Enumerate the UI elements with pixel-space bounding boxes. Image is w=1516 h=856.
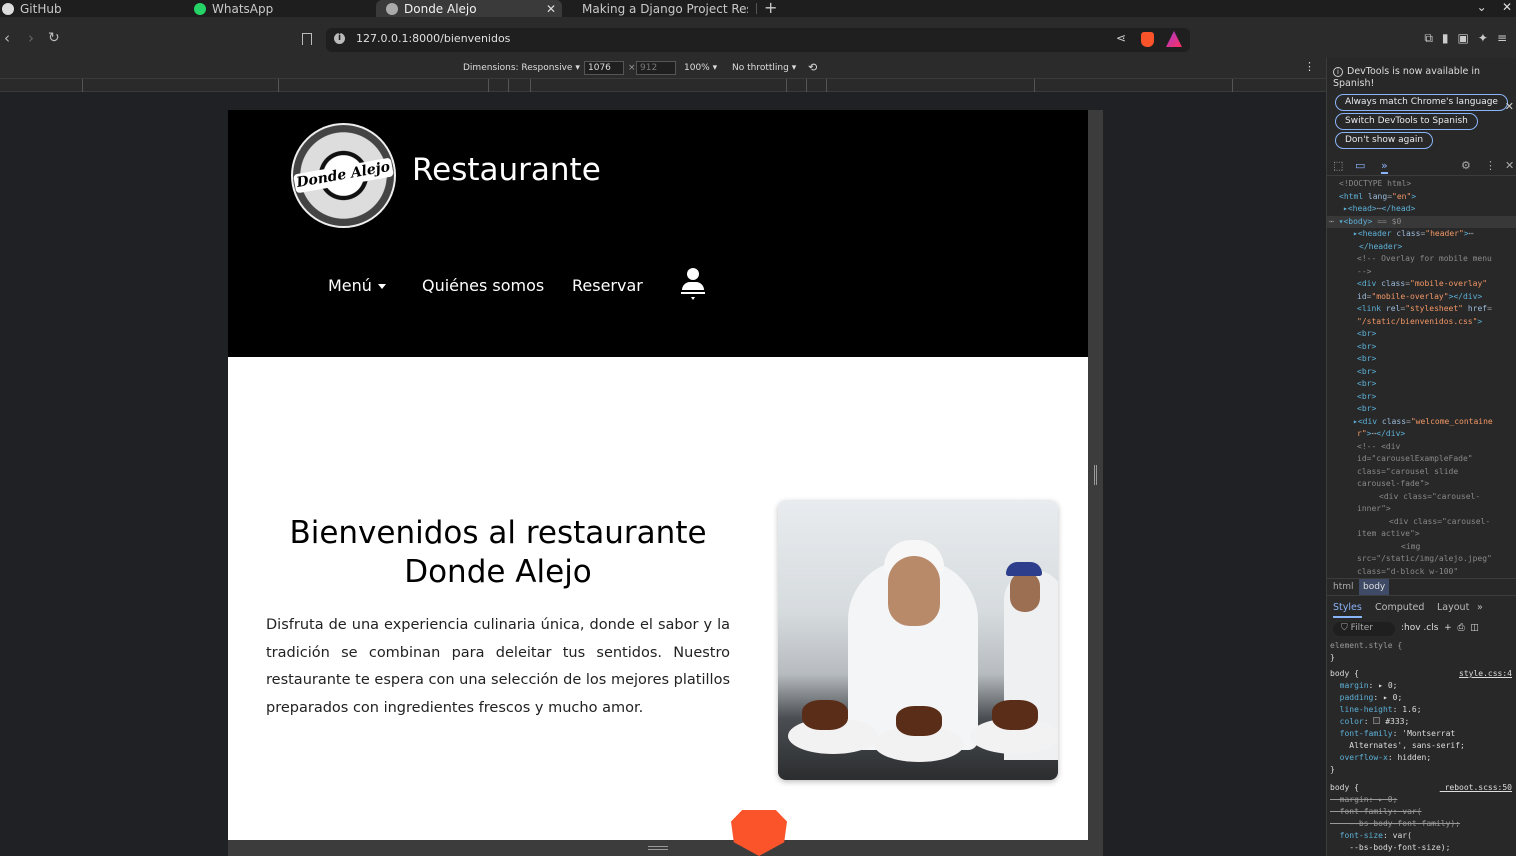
restaurant-logo[interactable]: Donde Alejo (291, 123, 396, 228)
device-toolbar: Dimensions: Responsive ▾ 1076 × 912 100%… (0, 58, 1326, 78)
whatsapp-icon (194, 2, 206, 15)
close-tab-icon[interactable]: ✕ (546, 2, 556, 16)
devtools-panel: i DevTools is now available in Spanish! A… (1326, 58, 1516, 856)
tab-donde-alejo[interactable]: Donde Alejo ✕ (376, 0, 562, 17)
menu-icon[interactable]: ≡ (1497, 31, 1516, 45)
leo-icon[interactable]: ✦ (1478, 31, 1497, 45)
styles-tabs: Styles Computed Layout » (1327, 598, 1516, 618)
dimensions-label: Dimensions: Responsive (463, 63, 573, 73)
site-info-icon[interactable]: i (334, 33, 345, 44)
notice-text: DevTools is now available in Spanish! (1333, 66, 1480, 89)
nav-reserve-link[interactable]: Reservar (572, 276, 643, 295)
hov-cls-toggle[interactable]: :hov .cls (1401, 623, 1438, 633)
site-header: Donde Alejo Restaurante Menú Quiénes som… (228, 110, 1088, 357)
tab-title: GitHub (20, 1, 62, 16)
toolbar-right-icons: ⧉▮▣✦≡ (1424, 31, 1516, 46)
resize-handle-bottom[interactable] (228, 840, 1088, 856)
times-separator: × (628, 63, 636, 73)
back-icon[interactable]: ‹ (4, 29, 10, 47)
tab-separator (756, 3, 757, 14)
url-text[interactable]: 127.0.0.1:8000/bienvenidos (356, 32, 510, 45)
always-match-button[interactable]: Always match Chrome's language (1335, 94, 1508, 111)
width-input[interactable]: 1076 (584, 61, 624, 75)
new-rule-icon[interactable]: + (1444, 623, 1452, 633)
dom-breadcrumbs: html body (1327, 578, 1516, 596)
zoom-value: 100% (684, 63, 710, 73)
nav-about-link[interactable]: Quiénes somos (422, 276, 544, 295)
tab-title: Making a Django Project Res (582, 1, 748, 16)
share-icon[interactable]: ⋖ (1116, 31, 1126, 45)
welcome-text: Disfruta de una experiencia culinaria ún… (266, 617, 730, 716)
logo-text: Donde Alejo (293, 157, 394, 194)
tab-search-icon[interactable]: ⌄ (1477, 0, 1487, 14)
styles-rules[interactable]: element.style { } body { style.css:4 mar… (1327, 640, 1516, 854)
user-account-icon[interactable] (681, 268, 705, 302)
tab-layout[interactable]: Layout (1437, 602, 1469, 613)
rotate-icon[interactable]: ⟲ (808, 61, 817, 74)
close-notice-icon[interactable]: ✕ (1505, 100, 1514, 113)
paint-icon[interactable]: ⎙ (1457, 623, 1464, 633)
caret-down-icon (377, 284, 386, 289)
chef-photo (778, 500, 1058, 780)
forward-icon[interactable]: › (28, 29, 34, 47)
window-controls: ⌄ ✕ (1477, 0, 1512, 14)
bookmark-icon[interactable] (302, 33, 312, 45)
filter-icon: ⛉ (1341, 623, 1348, 633)
kebab-icon[interactable]: ⋮ (1485, 159, 1496, 172)
nav-menu-label: Menú (328, 276, 372, 295)
page-viewport: Donde Alejo Restaurante Menú Quiénes som… (228, 110, 1088, 840)
styles-tools: :hov .cls + ⎙ ◫ (1401, 623, 1479, 633)
close-window-icon[interactable]: ✕ (1502, 0, 1512, 14)
tab-computed[interactable]: Computed (1375, 602, 1424, 613)
close-devtools-icon[interactable]: ✕ (1505, 159, 1514, 172)
github-icon (2, 2, 14, 15)
more-tabs-icon[interactable]: » (1381, 159, 1388, 174)
sidebar-icon[interactable]: ▮ (1442, 31, 1458, 45)
new-tab-button[interactable]: + (764, 0, 777, 17)
tab-github[interactable]: GitHub (2, 0, 182, 17)
filter-placeholder: Filter (1350, 623, 1373, 633)
extensions-icon[interactable]: ⧉ (1424, 31, 1442, 45)
wallet-icon[interactable]: ▣ (1458, 31, 1478, 45)
switch-spanish-button[interactable]: Switch DevTools to Spanish (1335, 113, 1478, 130)
language-notice: i DevTools is now available in Spanish! (1333, 66, 1508, 90)
dont-show-button[interactable]: Don't show again (1335, 132, 1434, 149)
tab-title: WhatsApp (212, 1, 274, 16)
throttling-select[interactable]: No throttling ▾ (732, 63, 796, 73)
resize-handle-right[interactable] (1088, 110, 1103, 856)
brave-shields-icon[interactable] (1141, 32, 1154, 47)
address-bar[interactable]: i 127.0.0.1:8000/bienvenidos ⋖ (326, 28, 1190, 52)
elements-tree[interactable]: <!DOCTYPE html> <html lang="en"> ▸<head>… (1327, 178, 1516, 578)
media-query-ruler[interactable] (0, 78, 1326, 92)
globe-icon (386, 2, 398, 15)
throttling-value: No throttling (732, 63, 789, 73)
height-input[interactable]: 912 (636, 61, 676, 75)
more-panes-icon[interactable]: » (1477, 602, 1483, 613)
zoom-select[interactable]: 100% ▾ (684, 63, 717, 73)
tab-title: Donde Alejo (404, 1, 477, 16)
tab-strip: GitHub WhatsApp Donde Alejo ✕ Making a D… (0, 0, 1516, 17)
styles-filter-input[interactable]: ⛉ Filter (1333, 622, 1395, 636)
brand-title: Restaurante (412, 152, 601, 188)
brave-rewards-icon[interactable] (1166, 31, 1182, 47)
more-options-icon[interactable]: ⋮ (1304, 60, 1315, 73)
settings-icon[interactable]: ⚙ (1461, 159, 1471, 172)
devtools-tabs: ⬚ ▭ » ⚙ ⋮ ✕ (1327, 156, 1516, 176)
inspect-icon[interactable]: ⬚ (1333, 159, 1343, 172)
info-icon: i (1333, 67, 1343, 77)
tab-styles[interactable]: Styles (1333, 602, 1362, 618)
reload-icon[interactable]: ↻ (48, 30, 60, 46)
tab-django[interactable]: Making a Django Project Res (576, 0, 748, 17)
crumb-html[interactable]: html (1329, 582, 1358, 592)
crumb-body[interactable]: body (1359, 579, 1390, 595)
sidebar-toggle-icon[interactable]: ◫ (1470, 623, 1479, 633)
welcome-title: Bienvenidos al restaurante Donde Alejo (289, 515, 707, 590)
device-toggle-icon[interactable]: ▭ (1355, 159, 1365, 172)
nav-menu-dropdown[interactable]: Menú (328, 276, 386, 295)
tab-whatsapp[interactable]: WhatsApp (194, 0, 370, 17)
dimensions-select[interactable]: Dimensions: Responsive ▾ (463, 63, 580, 73)
